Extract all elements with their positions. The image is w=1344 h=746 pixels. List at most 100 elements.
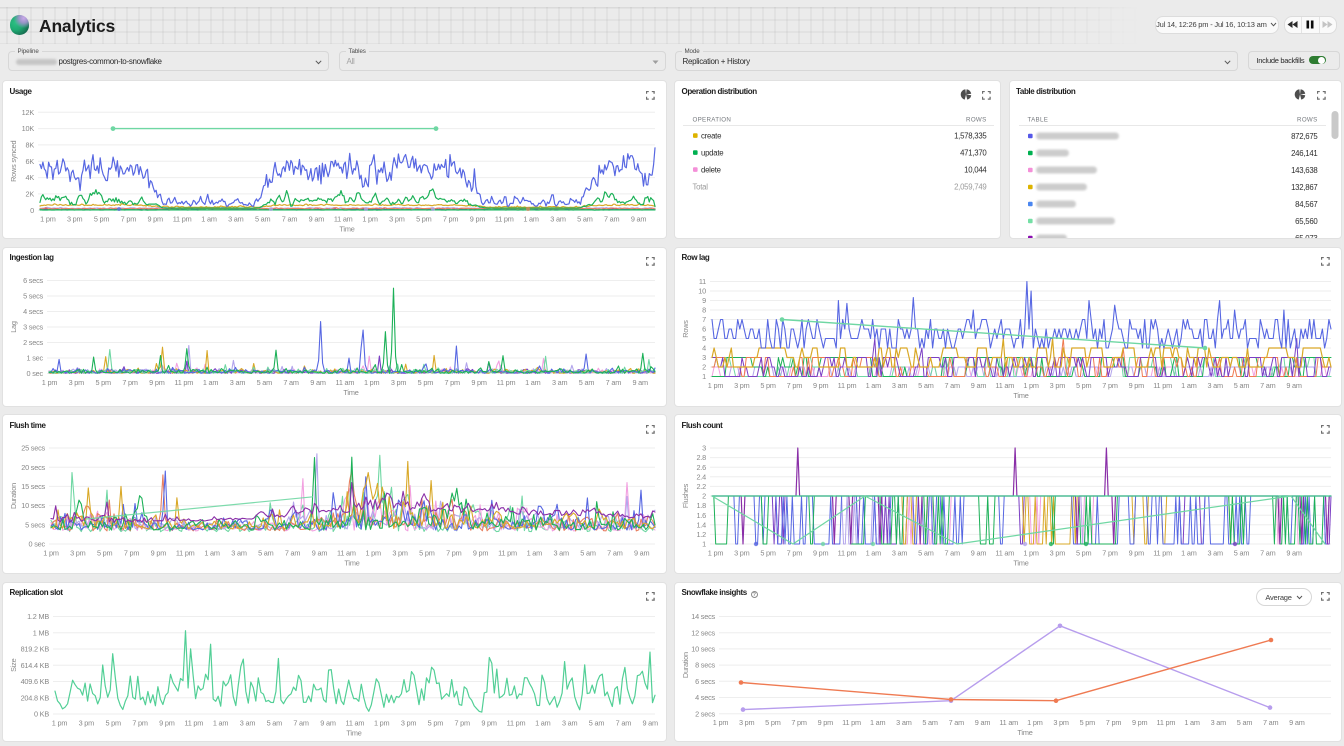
svg-text:5 am: 5 am xyxy=(577,215,593,224)
svg-text:11 pm: 11 pm xyxy=(495,215,514,224)
svg-text:5: 5 xyxy=(702,334,706,343)
svg-text:4 secs: 4 secs xyxy=(23,307,43,316)
svg-text:1 am: 1 am xyxy=(535,718,551,727)
svg-text:5 pm: 5 pm xyxy=(760,549,776,558)
svg-text:1 am: 1 am xyxy=(866,549,882,558)
svg-text:Flushes: Flushes xyxy=(681,483,690,508)
svg-text:1 am: 1 am xyxy=(213,718,229,727)
svg-text:Time: Time xyxy=(343,388,358,397)
svg-text:3 secs: 3 secs xyxy=(23,322,43,331)
svg-text:7 am: 7 am xyxy=(606,378,622,387)
svg-text:9 pm: 9 pm xyxy=(151,549,167,558)
svg-text:Duration: Duration xyxy=(681,651,690,677)
svg-text:Rows synced: Rows synced xyxy=(9,141,18,182)
svg-text:2K: 2K xyxy=(25,190,34,199)
svg-text:819.2 KB: 819.2 KB xyxy=(21,644,50,653)
svg-text:6 secs: 6 secs xyxy=(695,676,715,685)
svg-text:OPERATION: OPERATION xyxy=(693,117,732,124)
svg-text:10 secs: 10 secs xyxy=(691,644,715,653)
svg-text:Size: Size xyxy=(9,658,18,672)
svg-text:9 am: 9 am xyxy=(310,378,326,387)
svg-text:7 am: 7 am xyxy=(944,549,960,558)
svg-text:7 pm: 7 pm xyxy=(1106,718,1122,727)
svg-text:1 pm: 1 pm xyxy=(374,718,390,727)
svg-text:5 pm: 5 pm xyxy=(428,718,444,727)
svg-text:6K: 6K xyxy=(25,157,34,166)
svg-text:11 pm: 11 pm xyxy=(842,718,861,727)
svg-text:9 am: 9 am xyxy=(320,718,336,727)
svg-text:2.8: 2.8 xyxy=(696,453,706,462)
svg-text:5 pm: 5 pm xyxy=(418,378,434,387)
svg-text:11 pm: 11 pm xyxy=(184,718,203,727)
svg-text:7 am: 7 am xyxy=(293,718,309,727)
svg-text:3 pm: 3 pm xyxy=(739,718,755,727)
svg-text:3 pm: 3 pm xyxy=(1050,381,1066,390)
svg-text:143,638: 143,638 xyxy=(1291,166,1317,175)
svg-text:3 am: 3 am xyxy=(230,378,246,387)
svg-text:5 pm: 5 pm xyxy=(94,215,110,224)
svg-text:9 am: 9 am xyxy=(971,381,987,390)
svg-text:2: 2 xyxy=(702,492,706,501)
svg-text:7: 7 xyxy=(702,315,706,324)
svg-text:7 pm: 7 pm xyxy=(122,378,138,387)
svg-text:9 pm: 9 pm xyxy=(149,378,165,387)
svg-text:1 pm: 1 pm xyxy=(365,549,381,558)
svg-text:11 am: 11 am xyxy=(995,381,1014,390)
svg-text:8K: 8K xyxy=(25,141,34,150)
svg-text:409.6 KB: 409.6 KB xyxy=(21,677,50,686)
svg-text:9 pm: 9 pm xyxy=(470,215,486,224)
svg-text:1 pm: 1 pm xyxy=(1023,381,1039,390)
svg-text:1 am: 1 am xyxy=(1184,718,1200,727)
svg-text:7 pm: 7 pm xyxy=(132,718,148,727)
svg-text:3 pm: 3 pm xyxy=(389,215,405,224)
svg-text:65,073: 65,073 xyxy=(1295,234,1317,239)
svg-text:7 pm: 7 pm xyxy=(791,718,807,727)
svg-text:9 pm: 9 pm xyxy=(473,549,489,558)
svg-text:5 pm: 5 pm xyxy=(765,718,781,727)
svg-text:9 pm: 9 pm xyxy=(471,378,487,387)
svg-text:3 am: 3 am xyxy=(892,381,908,390)
svg-text:9 pm: 9 pm xyxy=(147,215,163,224)
svg-text:11 pm: 11 pm xyxy=(176,549,195,558)
svg-text:15 secs: 15 secs xyxy=(21,482,45,491)
svg-text:9 am: 9 am xyxy=(642,718,658,727)
svg-text:9 am: 9 am xyxy=(971,549,987,558)
svg-text:9 pm: 9 pm xyxy=(818,718,834,727)
svg-text:1 am: 1 am xyxy=(204,549,220,558)
svg-text:4: 4 xyxy=(702,343,706,352)
svg-text:1.4: 1.4 xyxy=(696,520,706,529)
svg-text:7 am: 7 am xyxy=(1263,718,1279,727)
svg-text:7 pm: 7 pm xyxy=(124,549,140,558)
svg-text:5 am: 5 am xyxy=(267,718,283,727)
svg-text:7 am: 7 am xyxy=(616,718,632,727)
svg-text:12K: 12K xyxy=(22,108,35,117)
svg-text:Time: Time xyxy=(346,728,361,737)
svg-text:Duration: Duration xyxy=(9,483,18,509)
svg-text:9 pm: 9 pm xyxy=(159,718,175,727)
svg-text:1 pm: 1 pm xyxy=(40,215,56,224)
svg-text:Time: Time xyxy=(344,559,359,568)
svg-text:3 pm: 3 pm xyxy=(79,718,95,727)
svg-text:7 pm: 7 pm xyxy=(787,549,803,558)
svg-text:246,141: 246,141 xyxy=(1291,149,1317,158)
svg-text:9 am: 9 am xyxy=(1289,718,1305,727)
svg-text:5 pm: 5 pm xyxy=(760,381,776,390)
svg-text:1 pm: 1 pm xyxy=(362,215,378,224)
svg-text:2: 2 xyxy=(702,362,706,371)
svg-text:5 pm: 5 pm xyxy=(416,215,432,224)
svg-text:0 KB: 0 KB xyxy=(34,709,49,718)
svg-text:Time: Time xyxy=(1013,559,1028,568)
svg-text:5 am: 5 am xyxy=(589,718,605,727)
svg-text:3 am: 3 am xyxy=(552,378,568,387)
svg-text:84,567: 84,567 xyxy=(1295,200,1317,209)
svg-text:25 secs: 25 secs xyxy=(21,444,45,453)
svg-text:1 sec: 1 sec xyxy=(27,353,44,362)
svg-text:1.2 MB: 1.2 MB xyxy=(27,612,49,621)
svg-text:5 am: 5 am xyxy=(1234,549,1250,558)
svg-text:1 am: 1 am xyxy=(201,215,217,224)
svg-text:1 pm: 1 pm xyxy=(364,378,380,387)
svg-text:7 am: 7 am xyxy=(944,381,960,390)
svg-text:7 am: 7 am xyxy=(1260,549,1276,558)
svg-text:5 secs: 5 secs xyxy=(23,291,43,300)
svg-text:5 am: 5 am xyxy=(918,381,934,390)
